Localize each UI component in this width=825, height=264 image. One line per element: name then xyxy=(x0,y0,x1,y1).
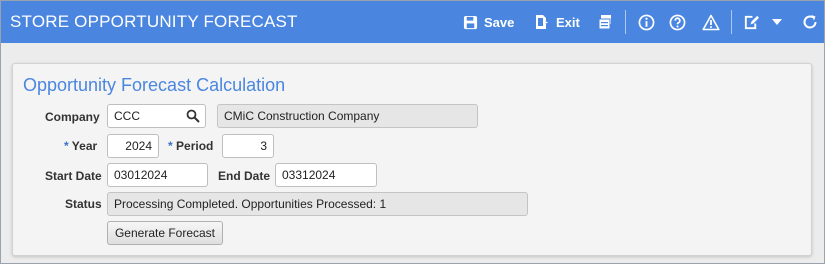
edit-button[interactable] xyxy=(743,1,760,43)
year-value: 2024 xyxy=(125,139,152,153)
save-button[interactable]: Save xyxy=(463,1,514,43)
panel-title: Opportunity Forecast Calculation xyxy=(23,75,286,95)
page-title: STORE OPPORTUNITY FORECAST xyxy=(10,12,298,31)
required-marker: * xyxy=(64,139,69,153)
start-date-field[interactable]: 03012024 xyxy=(107,163,208,187)
warning-button[interactable] xyxy=(702,1,720,43)
generate-forecast-button[interactable]: Generate Forecast xyxy=(107,221,223,245)
year-label-text: Year xyxy=(71,139,98,153)
period-field[interactable]: 3 xyxy=(222,134,274,158)
toolbar-separator xyxy=(731,10,732,34)
year-label: * Year xyxy=(64,139,97,153)
forecast-panel: Opportunity Forecast Calculation Company… xyxy=(12,63,812,256)
exit-icon xyxy=(534,14,550,30)
period-label: * Period xyxy=(168,139,213,153)
print-icon xyxy=(597,14,613,30)
period-label-text: Period xyxy=(176,139,214,153)
edit-dropdown-button[interactable] xyxy=(772,1,782,43)
status-value: Processing Completed. Opportunities Proc… xyxy=(114,197,387,211)
required-marker: * xyxy=(168,139,173,153)
status-label: Status xyxy=(65,197,102,211)
company-code-value: CCC xyxy=(114,109,140,123)
save-icon xyxy=(463,15,478,30)
end-date-value: 03312024 xyxy=(282,168,336,182)
search-icon[interactable] xyxy=(186,109,200,126)
company-code-field[interactable]: CCC xyxy=(107,104,206,128)
toolbar-separator xyxy=(625,10,626,34)
edit-icon xyxy=(743,14,760,31)
year-field[interactable]: 2024 xyxy=(107,134,159,158)
start-date-value: 03012024 xyxy=(114,168,168,182)
company-label: Company xyxy=(45,110,100,124)
status-field: Processing Completed. Opportunities Proc… xyxy=(107,192,528,216)
refresh-icon xyxy=(802,14,818,30)
help-icon xyxy=(669,14,686,31)
company-name-value: CMiC Construction Company xyxy=(224,109,380,123)
help-button[interactable] xyxy=(669,1,686,43)
info-icon xyxy=(638,14,655,31)
exit-button[interactable]: Exit xyxy=(534,1,580,43)
save-label: Save xyxy=(484,14,515,30)
end-date-field[interactable]: 03312024 xyxy=(275,163,377,187)
info-button[interactable] xyxy=(638,1,655,43)
chevron-down-icon xyxy=(772,18,782,26)
warning-icon xyxy=(702,14,720,31)
print-button[interactable] xyxy=(597,1,613,43)
exit-label: Exit xyxy=(556,14,580,30)
company-name-field: CMiC Construction Company xyxy=(217,104,478,128)
start-date-label: Start Date xyxy=(45,169,102,183)
end-date-label: End Date xyxy=(218,169,271,183)
app-header: STORE OPPORTUNITY FORECAST Save Exit xyxy=(1,1,824,43)
refresh-button[interactable] xyxy=(802,1,818,43)
period-value: 3 xyxy=(260,139,267,153)
